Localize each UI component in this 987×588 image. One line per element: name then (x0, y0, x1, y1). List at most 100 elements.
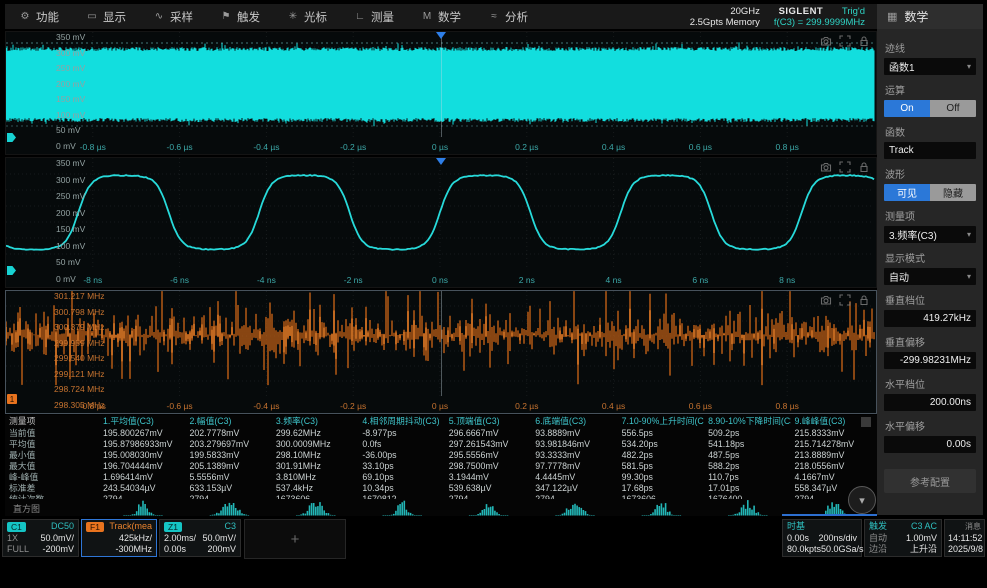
measure-item-select[interactable]: 3.频率(C3) ▾ (884, 226, 976, 243)
display-icon: ▭ (87, 11, 97, 22)
math-icon: M (422, 11, 432, 22)
vertical-scale-field[interactable]: 419.27kHz (884, 310, 976, 327)
menu-item-analysis[interactable]: ≈ 分析 (488, 9, 528, 25)
measurement-value: -36.00ps (362, 450, 397, 460)
measurement-value: 215.714278mV (794, 439, 855, 449)
timebase-descriptor[interactable]: 时基 0.00s 200ns/div 80.0kpts 50.0GSa/s (782, 519, 864, 557)
table-row: 当前值 195.800267mV 202.7778mV 299.62MHz -8.977… (5, 428, 877, 439)
zoom-descriptor[interactable]: Z1 C3 2.00ms/50.0mV/ 0.00s 200mV (159, 519, 241, 557)
operation-off-button[interactable]: Off (930, 100, 976, 117)
x-axis-label: -0.8 µs (79, 401, 106, 411)
y-axis-label: 100 mV (56, 240, 86, 251)
trigger-source: C3 AC (910, 521, 937, 531)
zoom-voffset: 200mV (207, 544, 236, 554)
horizontal-scale-field[interactable]: 200.00ns (884, 394, 976, 411)
menu-item-display[interactable]: ▭ 显示 (86, 9, 126, 25)
measurement-column-header: 8.90-10%下降时间(C3 (708, 416, 791, 426)
menu-item-acquire[interactable]: ∿ 采样 (153, 9, 193, 25)
y-axis-label: 250 mV (56, 63, 86, 74)
display-mode-select[interactable]: 自动 ▾ (884, 268, 976, 285)
camera-icon[interactable] (820, 35, 832, 47)
lock-icon[interactable] (858, 35, 870, 47)
menu-item-trigger[interactable]: ⚑ 触发 (220, 9, 260, 25)
camera-icon[interactable] (820, 294, 832, 306)
function1-badge: F1 (86, 521, 104, 532)
measurement-table[interactable]: 测量项 1.平均值(C3) 2.幅值(C3) 3.频率(C3) 4.相邻周期抖动(C3)… (5, 415, 877, 499)
timebase-scale: 200ns/div (818, 532, 857, 543)
display-mode-label: 显示模式 (885, 254, 925, 265)
function-field[interactable]: Track (884, 142, 976, 159)
measurement-value: 99.30ps (621, 472, 653, 482)
measurement-value: 300.0009MHz (275, 439, 331, 449)
vertical-offset-field[interactable]: -299.98231MHz (884, 352, 976, 369)
dense-waveform-panel[interactable]: 350 mV 300 mV 250 mV 200 mV 150 mV 100 mV 50 m… (5, 31, 877, 155)
trigger-slope: 上升沿 (909, 544, 937, 554)
expand-icon[interactable] (839, 294, 851, 306)
math-dialog-header[interactable]: ▦ 数学 (877, 4, 983, 29)
clock-time: 14:11:52 (948, 532, 983, 543)
menu-label: 光标 (304, 11, 327, 24)
table-scroll-indicator[interactable] (861, 417, 871, 427)
waveform-plot (5, 158, 875, 270)
track-trend-panel[interactable]: 301.217 MHz 300.798 MHz 300.379 MHz 299.959… (5, 290, 877, 414)
square-waveform-panel[interactable]: 350 mV 300 mV 250 mV 200 mV 150 mV 100 mV 50 m… (5, 157, 877, 288)
operation-label: 运算 (885, 86, 905, 97)
measurement-value: 10.34ps (362, 483, 394, 493)
chevron-down-icon: ▾ (966, 230, 971, 239)
add-trace-button[interactable]: + (244, 519, 346, 559)
waveform-visible-button[interactable]: 可见 (884, 184, 930, 201)
x-axis-label: 0 µs (431, 142, 449, 152)
camera-icon[interactable] (820, 161, 832, 173)
dialog-title: 数学 (904, 10, 929, 24)
expand-icon[interactable] (839, 161, 851, 173)
gear-icon: ⚙ (20, 11, 30, 22)
x-axis-label: 0.4 µs (601, 401, 626, 411)
table-collapse-button[interactable]: ▾ (848, 486, 876, 514)
histogram-thumbnails (123, 500, 854, 516)
measurement-column-header: 7.10-90%上升时间(C3 (621, 416, 705, 426)
menu-item-cursors[interactable]: ✳ 光标 (287, 9, 327, 25)
measurement-table-header: 测量项 1.平均值(C3) 2.幅值(C3) 3.频率(C3) 4.相邻周期抖动(C3)… (5, 415, 877, 428)
x-axis-label: -2 ns (343, 275, 363, 285)
trigger-descriptor[interactable]: 触发 C3 AC 自动 1.00mV 边沿 上升沿 (864, 519, 942, 557)
measurement-column-header: 5.顶端值(C3) (448, 416, 500, 426)
menu-item-math[interactable]: M 数学 (421, 9, 461, 25)
function-trace-marker[interactable]: 1 (7, 394, 17, 404)
horizontal-offset-field[interactable]: 0.00s (884, 436, 976, 453)
expand-icon[interactable] (839, 35, 851, 47)
waveform-toggle: 可见 隐藏 (884, 184, 976, 201)
y-axis-label: 50 mV (56, 257, 81, 268)
timebase-title: 时基 (787, 521, 806, 531)
measurement-value: 295.5556mV (448, 450, 499, 460)
waveform-hidden-button[interactable]: 隐藏 (930, 184, 976, 201)
reference-config-button[interactable]: 参考配置 (884, 469, 976, 493)
measurement-column-header: 6.底端值(C3) (535, 416, 587, 426)
frequency-counter: f(C3) = 299.9999MHz (773, 17, 865, 28)
lock-icon[interactable] (858, 161, 870, 173)
measurement-value: 482.2ps (621, 450, 653, 460)
menu-label: 数学 (438, 11, 461, 24)
menu-item-measure[interactable]: ∟ 测量 (354, 9, 394, 25)
operation-on-button[interactable]: On (884, 100, 930, 117)
menu-label: 采样 (170, 11, 193, 24)
channel1-descriptor[interactable]: C1 DC50 1X 50.0mV/ FULL -200mV (2, 519, 79, 557)
x-axis-label: -0.4 µs (253, 142, 280, 152)
x-axis-label: 0.6 µs (688, 401, 713, 411)
horizontal-scale-label: 水平档位 (885, 380, 925, 391)
menu-item-utility[interactable]: ⚙ 功能 (19, 9, 59, 25)
panel-toolbar (820, 294, 870, 306)
trigger-title: 触发 (869, 521, 888, 531)
y-axis-label: 301.217 MHz (54, 291, 105, 301)
horizontal-offset-label: 水平偏移 (885, 422, 925, 433)
y-axis-label: 299.959 MHz (54, 337, 105, 348)
clock-date: 2025/9/8 (948, 544, 984, 554)
function1-descriptor[interactable]: F1 Track(mea 425kHz/ -300MHz (81, 519, 157, 557)
trace-select[interactable]: 函数1 ▾ (884, 58, 976, 75)
x-axis-label: 0.8 µs (775, 401, 799, 411)
y-axis-label: 350 mV (56, 158, 86, 168)
trigger-position-line (441, 32, 442, 137)
lock-icon[interactable] (858, 294, 870, 306)
trigger-mode: 自动 (869, 532, 888, 543)
clock-widget[interactable]: 消息 14:11:52 2025/9/8 (944, 519, 985, 557)
horizontal-offset-value: 0.00s (946, 439, 971, 450)
